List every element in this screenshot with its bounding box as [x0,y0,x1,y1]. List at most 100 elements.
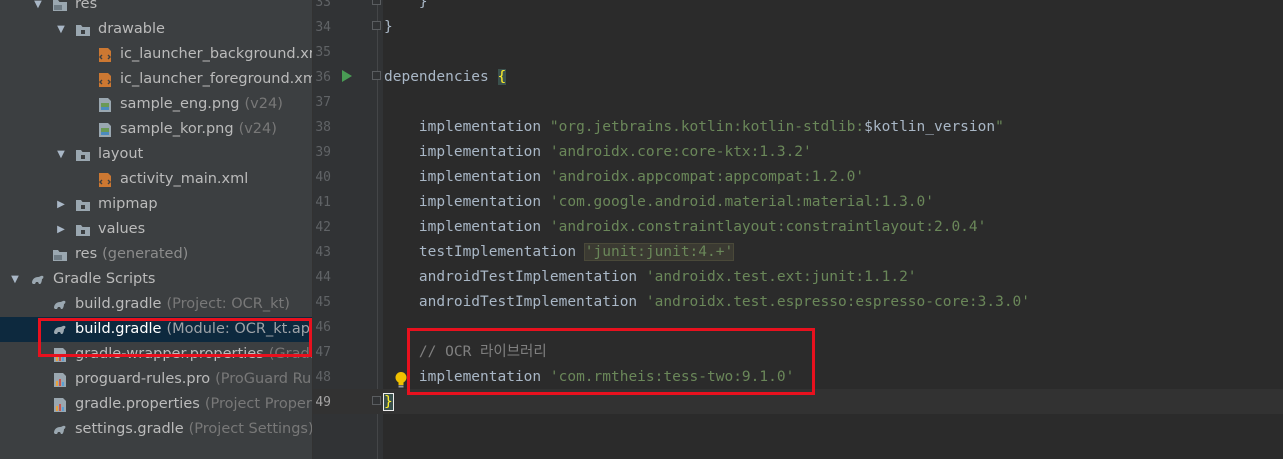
fold-marker-icon[interactable] [372,71,381,80]
code-line-39: implementation 'androidx.core:core-ktx:1… [384,144,812,160]
folder-icon [75,147,91,163]
tree-item-name: layout [98,146,144,162]
code-line-38: implementation "org.jetbrains.kotlin:kot… [384,119,1004,135]
tree-item-res[interactable]: ▼ res [0,0,312,17]
tree-item-label: mipmap [98,192,158,217]
tree-item-sample-kor-png[interactable]: sample_kor.png (v24) [0,117,312,142]
tree-item-hint: (Project Settings) [188,421,312,437]
line-number: 47 [315,345,331,360]
fold-marker-icon[interactable] [372,396,381,405]
project-tree-panel: ▼ res ▼ drawable ic_launcher_background.xmli… [0,0,312,459]
tree-item-name: proguard-rules.pro [75,371,211,387]
tree-item-hint: (v24) [244,96,283,112]
dependencies-keyword: dependencies [384,69,498,85]
tree-item-build-gradle[interactable]: build.gradle (Module: OCR_kt.app) [0,317,312,342]
tree-item-name: res [75,0,98,12]
xml-file-icon [97,172,113,188]
tree-item-hint: (Project Properties) [204,396,312,412]
expand-arrow-icon[interactable]: ▼ [54,142,68,167]
tree-item-hint: (generated) [102,246,189,262]
line-number: 46 [315,320,331,335]
tree-item-proguard-rules-pro[interactable]: proguard-rules.pro(ProGuard Rules for OC… [0,367,312,392]
line-number: 49 [315,395,331,410]
tree-item-label: res [75,0,97,17]
tree-item-name: mipmap [98,196,158,212]
current-line-highlight [313,389,1283,414]
tree-item-label: sample_eng.png (v24) [120,92,283,117]
fold-marker-icon[interactable] [372,0,381,5]
tree-item-res[interactable]: res (generated) [0,242,312,267]
tree-item-gradle-scripts[interactable]: ▼ Gradle Scripts [0,267,312,292]
tree-item-name: drawable [98,21,165,37]
code-line-43: testImplementation 'junit:junit:4.+' [384,243,735,261]
expand-arrow-icon[interactable]: ▼ [54,17,68,42]
tree-item-ic-launcher-background-xml[interactable]: ic_launcher_background.xml [0,42,312,67]
line-number: 33 [315,0,331,10]
tree-item-activity-main-xml[interactable]: activity_main.xml [0,167,312,192]
line-number: 36 [315,70,331,85]
tree-item-name: gradle-wrapper.properties [75,346,264,362]
tree-item-build-gradle[interactable]: build.gradle (Project: OCR_kt) [0,292,312,317]
collapse-arrow-icon[interactable]: ▶ [54,192,68,217]
line-number: 39 [315,145,331,160]
code-line-34: } [384,19,393,35]
tree-item-ic-launcher-foreground-xml[interactable]: ic_launcher_foreground.xml [0,67,312,92]
tree-item-label: gradle-wrapper.properties(Gradle Version… [75,342,312,367]
tree-item-sample-eng-png[interactable]: sample_eng.png (v24) [0,92,312,117]
tree-item-gradle-wrapper-properties[interactable]: gradle-wrapper.properties(Gradle Version… [0,342,312,367]
tree-item-name: ic_launcher_foreground.xml [120,71,312,87]
tree-item-label: drawable [98,17,165,42]
tree-item-label: build.gradle (Module: OCR_kt.app) [75,317,312,342]
gradle-icon [52,322,68,338]
tree-item-label: gradle.properties(Project Properties) [75,392,312,417]
run-dependencies-icon[interactable] [342,70,352,82]
gradle-icon [52,297,68,313]
tree-item-drawable[interactable]: ▼ drawable [0,17,312,42]
tree-item-name: Gradle Scripts [53,271,156,287]
tree-item-settings-gradle[interactable]: settings.gradle (Project Settings) [0,417,312,442]
expand-arrow-icon[interactable]: ▼ [8,267,22,292]
res-folder-icon [52,0,68,13]
code-line-48: implementation 'com.rmtheis:tess-two:9.1… [384,369,795,385]
collapse-arrow-icon[interactable]: ▶ [54,217,68,242]
line-number: 35 [315,45,331,60]
properties-file-icon [52,347,68,363]
gradle-icon [52,422,68,438]
line-number: 37 [315,95,331,110]
tree-item-mipmap[interactable]: ▶ mipmap [0,192,312,217]
tree-item-label: ic_launcher_background.xml [120,42,312,67]
tree-item-name: sample_eng.png [120,96,240,112]
line-number: 34 [315,20,331,35]
image-file-icon [97,122,113,138]
fold-marker-icon[interactable] [372,21,381,30]
tree-item-label: proguard-rules.pro(ProGuard Rules for OC… [75,367,312,392]
xml-file-icon [97,47,113,63]
tree-item-hint: (Project: OCR_kt) [166,296,290,312]
line-number: 45 [315,295,331,310]
code-line-36: dependencies { [384,65,507,90]
tree-item-name: values [98,221,146,237]
folder-icon [75,222,91,238]
code-line-40: implementation 'androidx.appcompat:appco… [384,169,865,185]
tree-item-label: ic_launcher_foreground.xml [120,67,312,92]
res-folder-icon [52,247,68,263]
warning-highlight[interactable]: 'junit:junit:4.+' [583,243,735,261]
folder-icon [75,22,91,38]
tree-item-hint: (ProGuard Rules for OCR_kt.app) [215,371,312,387]
line-number: 48 [315,370,331,385]
lightbulb-icon[interactable] [394,371,408,389]
properties-file-icon [52,372,68,388]
code-line-33: } [384,0,428,10]
tree-item-label: values [98,217,145,242]
tree-item-gradle-properties[interactable]: gradle.properties(Project Properties) [0,392,312,417]
tree-item-hint: (Module: OCR_kt.app) [166,321,312,337]
tree-item-name: activity_main.xml [120,171,249,187]
tree-item-values[interactable]: ▶ values [0,217,312,242]
gradle-icon [30,272,46,288]
code-line-45: androidTestImplementation 'androidx.test… [384,294,1031,310]
folder-icon [75,197,91,213]
expand-arrow-icon[interactable]: ▼ [31,0,45,17]
tree-item-layout[interactable]: ▼ layout [0,142,312,167]
tree-item-label: res (generated) [75,242,188,267]
caret-brace: } [383,393,394,411]
